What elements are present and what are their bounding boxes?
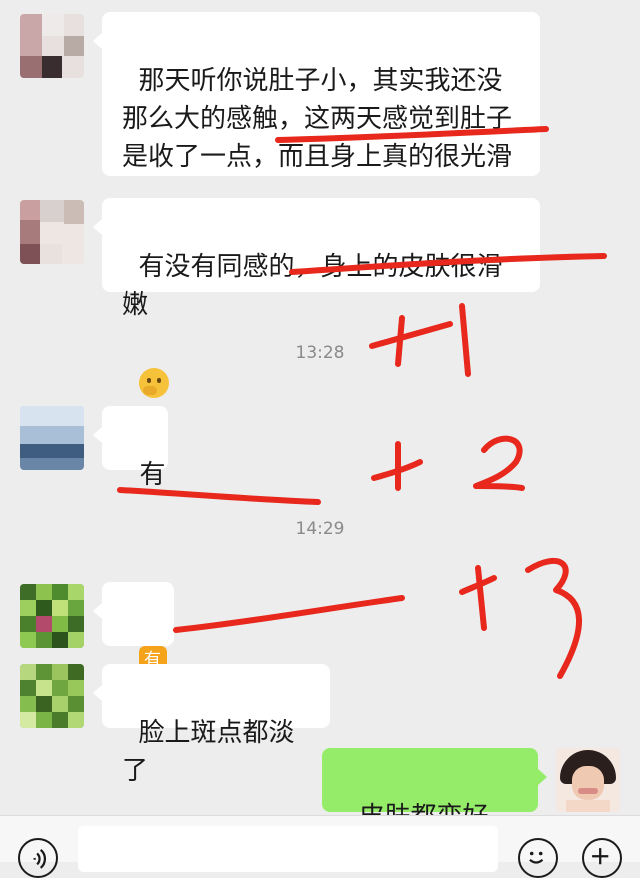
avatar[interactable]: [20, 664, 84, 728]
avatar[interactable]: [20, 584, 84, 648]
message-bubble[interactable]: 有没有同感的，身上的皮肤很滑嫩: [93, 198, 540, 398]
timestamp: 13:28: [295, 343, 345, 363]
message-input[interactable]: [78, 826, 498, 872]
message-bubble[interactable]: 脸上斑点都淡了: [93, 664, 330, 786]
avatar[interactable]: [20, 200, 84, 264]
plus-one-mark: [369, 303, 471, 377]
message-text: 有没有同感的，身上的皮肤很滑嫩: [122, 252, 503, 320]
message-text: 那天听你说肚子小，其实我还没那么大的感触，这两天感觉到肚子是收了一点，而且身上真…: [122, 66, 513, 172]
plus-two-mark: [371, 435, 525, 491]
plus-icon[interactable]: [582, 838, 622, 878]
thinking-face-icon: [138, 367, 169, 398]
message-bubble[interactable]: 那天听你说肚子小，其实我还没那么大的感触，这两天感觉到肚子是收了一点，而且身上真…: [93, 12, 540, 250]
avatar[interactable]: [556, 748, 620, 812]
underline-stroke: [173, 595, 405, 633]
plus-three-mark: [459, 557, 582, 679]
message-bubble[interactable]: 皮肤都变好了？: [322, 748, 547, 870]
message-text: 脸上斑点都淡了: [122, 718, 295, 786]
avatar[interactable]: [20, 406, 84, 470]
voice-icon[interactable]: [18, 838, 58, 878]
message-bubble[interactable]: 有: [93, 406, 168, 490]
message-text: 有: [139, 460, 166, 490]
emoji-icon[interactable]: [518, 838, 558, 878]
input-toolbar: [0, 815, 640, 878]
message-bubble[interactable]: 有: [93, 582, 174, 674]
avatar[interactable]: [20, 14, 84, 78]
timestamp: 14:29: [295, 519, 345, 539]
